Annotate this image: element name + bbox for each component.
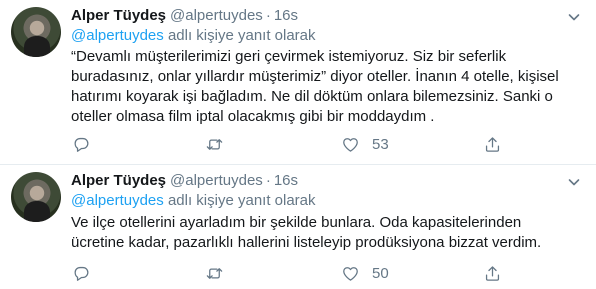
tweet-header: Alper Tüydeş @alpertuydes · 16s	[71, 5, 298, 27]
like-button[interactable]: 50	[341, 263, 389, 283]
tweet[interactable]: Alper Tüydeş @alpertuydes · 16s @alpertuyde…	[0, 0, 596, 164]
reply-context-text: adlı kişiye yanıt olarak	[163, 192, 316, 209]
reply-context-text: adlı kişiye yanıt olarak	[163, 27, 316, 44]
tweet-text-line: buradasınız, onlar yıllardır müşterimiz”…	[71, 68, 559, 85]
reply-icon	[74, 137, 89, 152]
like-button[interactable]: 53	[341, 134, 389, 154]
author-name[interactable]: Alper Tüydeş	[71, 172, 166, 189]
retweet-icon	[206, 138, 223, 150]
author-handle[interactable]: @alpertuydes	[170, 7, 263, 24]
avatar[interactable]	[11, 7, 61, 57]
retweet-icon	[206, 267, 223, 279]
reply-context: @alpertuydes adlı kişiye yanıt olarak	[71, 191, 316, 211]
tweet-actions: 50	[71, 263, 571, 283]
timestamp[interactable]: 16s	[274, 7, 298, 24]
tweet-text-line: “Devamlı müşterilerimizi geri çevirmek i…	[71, 48, 507, 65]
retweet-button[interactable]	[205, 134, 224, 154]
reply-icon	[74, 266, 89, 281]
chevron-down-icon[interactable]	[566, 9, 582, 25]
like-count: 53	[372, 135, 389, 153]
share-icon	[485, 136, 500, 152]
reply-mention-link[interactable]: @alpertuydes	[71, 192, 164, 209]
tweet-header: Alper Tüydeş @alpertuydes · 16s	[71, 170, 298, 192]
chevron-down-icon[interactable]	[566, 174, 582, 190]
share-button[interactable]	[483, 263, 502, 283]
tweet[interactable]: Alper Tüydeş @alpertuydes · 16s @alpertuyde…	[0, 165, 596, 289]
reply-button[interactable]	[72, 134, 91, 154]
tweet-text-line: oteller olmasa film iptal olacakmış gibi…	[71, 108, 435, 125]
separator-dot: ·	[265, 172, 271, 189]
reply-mention-link[interactable]: @alpertuydes	[71, 27, 164, 44]
reply-context: @alpertuydes adlı kişiye yanıt olarak	[71, 26, 316, 46]
tweet-text-line: ücretine kadar, pazarlıklı hallerini lis…	[71, 234, 542, 251]
share-button[interactable]	[483, 134, 502, 154]
avatar[interactable]	[11, 172, 61, 222]
heart-icon	[343, 137, 358, 152]
tweet-text: Ve ilçe otellerini ayarladım bir şekilde…	[71, 213, 581, 253]
tweet-text: “Devamlı müşterilerimizi geri çevirmek i…	[71, 47, 581, 127]
retweet-button[interactable]	[205, 263, 224, 283]
timestamp[interactable]: 16s	[274, 172, 298, 189]
reply-button[interactable]	[72, 263, 91, 283]
separator-dot: ·	[265, 7, 271, 24]
author-name[interactable]: Alper Tüydeş	[71, 7, 166, 24]
like-count: 50	[372, 264, 389, 282]
tweet-actions: 53	[71, 134, 571, 154]
heart-icon	[343, 266, 358, 281]
share-icon	[485, 265, 500, 281]
tweet-text-line: hatırımı koyarak işi bağladım. Ne dil dö…	[71, 88, 553, 105]
tweet-text-line: Ve ilçe otellerini ayarladım bir şekilde…	[71, 214, 522, 231]
author-handle[interactable]: @alpertuydes	[170, 172, 263, 189]
